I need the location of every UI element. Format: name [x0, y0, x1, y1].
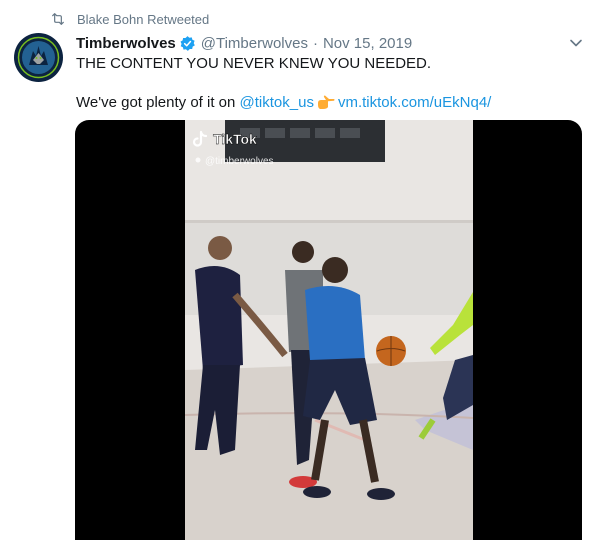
tweet-header: Timberwolves @Timberwolves · Nov 15, 201… [76, 33, 412, 53]
author-handle[interactable]: @Timberwolves [201, 35, 308, 52]
retweet-text[interactable]: Blake Bohn Retweeted [77, 12, 209, 27]
avatar[interactable] [14, 33, 63, 82]
tiktok-user-icon [195, 157, 201, 163]
tweet-line-2-prefix: We've got plenty of it on [76, 94, 236, 111]
author-name[interactable]: Timberwolves [76, 35, 176, 52]
retweet-context: Blake Bohn Retweeted [50, 10, 209, 28]
pointing-right-emoji-icon [317, 95, 335, 109]
tweet-text: THE CONTENT YOU NEVER KNEW YOU NEEDED. W… [76, 54, 581, 113]
tweet-date[interactable]: Nov 15, 2019 [323, 35, 412, 52]
url-link[interactable]: vm.tiktok.com/uEkNq4/ [338, 94, 491, 111]
chevron-down-icon[interactable] [566, 33, 586, 53]
retweet-icon [52, 13, 64, 25]
video-frame[interactable]: TikTok @timberwolves [185, 120, 473, 540]
video-player[interactable]: TikTok @timberwolves [75, 120, 582, 540]
video-still: TikTok @timberwolves [185, 120, 473, 540]
tiktok-watermark-brand: TikTok [213, 131, 257, 147]
tweet-line-2: We've got plenty of it on @tiktok_us vm.… [76, 93, 581, 113]
separator-dot: · [312, 34, 318, 52]
verified-badge-icon [180, 35, 195, 51]
mention-link[interactable]: @tiktok_us [240, 94, 314, 111]
tiktok-watermark-handle: @timberwolves [205, 156, 274, 167]
tweet-line-1: THE CONTENT YOU NEVER KNEW YOU NEEDED. [76, 55, 432, 72]
timberwolves-logo-icon [14, 33, 63, 82]
tweet-card[interactable]: Blake Bohn Retweeted Timberwolves @Timbe… [0, 0, 600, 540]
